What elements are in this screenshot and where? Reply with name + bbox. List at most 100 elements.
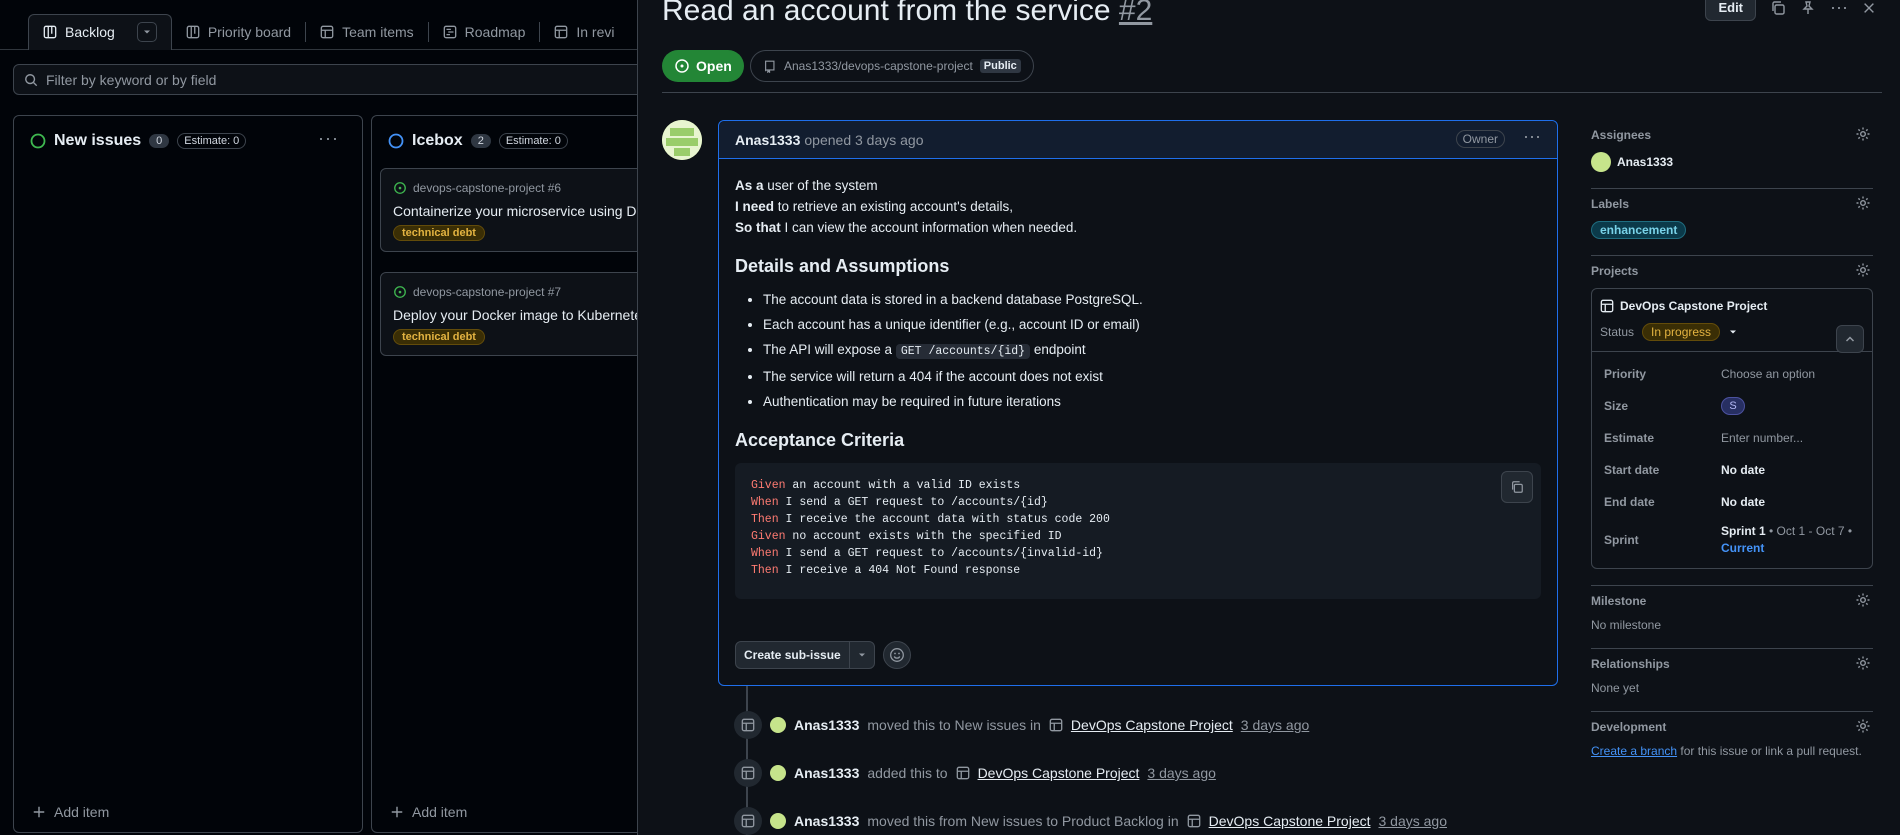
size-badge: S [1721, 397, 1745, 415]
issue-number-link[interactable]: #2 [1119, 0, 1152, 27]
edit-button[interactable]: Edit [1705, 0, 1757, 21]
issue-card[interactable]: devops-capstone-project #6 Containerize … [380, 168, 640, 252]
timeline-event: Anas1333 added this to DevOps Capstone P… [734, 759, 1216, 787]
copy-code-button[interactable] [1501, 471, 1533, 503]
section-heading: Relationships [1591, 657, 1670, 671]
table-icon [1600, 299, 1614, 313]
event-actor[interactable]: Anas1333 [794, 765, 859, 781]
development-text: for this issue or link a pull request. [1677, 744, 1862, 758]
event-time[interactable]: 3 days ago [1379, 813, 1448, 829]
visibility-badge: Public [979, 59, 1021, 73]
issue-opened-icon [394, 286, 406, 298]
status-select[interactable]: In progress [1642, 323, 1721, 341]
avatar[interactable] [770, 717, 786, 733]
view-options-button[interactable] [136, 22, 157, 42]
create-sub-issue-button[interactable]: Create sub-issue [735, 641, 875, 669]
column-icebox: Icebox 2 Estimate: 0 devops-capstone-pro… [371, 115, 640, 833]
project-link[interactable]: DevOps Capstone Project [978, 765, 1140, 781]
issue-sidebar: Assignees Anas1333 Labels enhancement Pr… [1591, 120, 1873, 774]
project-link[interactable]: DevOps Capstone Project [1209, 813, 1371, 829]
copy-icon[interactable] [1770, 0, 1786, 16]
tab-label: Backlog [65, 24, 115, 40]
gear-icon[interactable] [1855, 592, 1871, 608]
more-options-icon[interactable]: ··· [1830, 0, 1848, 18]
project-link[interactable]: DevOps Capstone Project [1071, 717, 1233, 733]
filter-input[interactable]: Filter by keyword or by field [13, 64, 640, 95]
column-title: New issues [54, 132, 142, 149]
view-tabs: Backlog Priority board Team items Roadma… [0, 13, 640, 50]
field-size[interactable]: Size S [1604, 390, 1860, 422]
smiley-icon [889, 648, 904, 662]
card-title[interactable]: Containerize your microservice using Do [393, 203, 640, 219]
label-enhancement[interactable]: enhancement [1591, 221, 1687, 239]
gear-icon[interactable] [1855, 655, 1871, 671]
event-time[interactable]: 3 days ago [1147, 765, 1216, 781]
pin-icon[interactable] [1800, 0, 1816, 16]
event-time[interactable]: 3 days ago [1241, 717, 1310, 733]
details-list: The account data is stored in a backend … [735, 289, 1541, 412]
section-heading: Projects [1591, 264, 1639, 278]
event-actor[interactable]: Anas1333 [794, 717, 859, 733]
status-label: Status [1600, 325, 1635, 339]
code-block: Given an account with a valid ID exists … [735, 463, 1541, 599]
table-icon [734, 759, 762, 787]
create-branch-link[interactable]: Create a branch [1591, 744, 1677, 758]
gear-icon[interactable] [1855, 195, 1871, 211]
issue-card[interactable]: devops-capstone-project #7 Deploy your D… [380, 272, 640, 356]
plus-icon [33, 806, 45, 818]
status-circle-icon [30, 133, 46, 149]
comment-author[interactable]: Anas1333 [735, 132, 800, 148]
table-icon [734, 807, 762, 835]
tab-priority-board[interactable]: Priority board [172, 14, 305, 50]
comment-menu-icon[interactable]: ··· [1523, 126, 1541, 147]
add-item-button[interactable]: Add item [32, 804, 109, 820]
gear-icon[interactable] [1855, 718, 1871, 734]
tab-backlog[interactable]: Backlog [28, 13, 172, 50]
tab-team-items[interactable]: Team items [306, 14, 428, 50]
timeline-event: Anas1333 moved this from New issues to P… [734, 807, 1447, 835]
item-count: 0 [149, 134, 170, 148]
chevron-down-icon[interactable] [1728, 327, 1738, 337]
panel-actions: Edit ··· [1705, 0, 1900, 21]
tab-in-review[interactable]: In revi [540, 14, 628, 50]
repo-link[interactable]: Anas1333/devops-capstone-project Public [750, 50, 1034, 82]
card-meta: devops-capstone-project #7 [393, 285, 640, 299]
tab-label: Roadmap [464, 23, 526, 40]
field-end-date[interactable]: End date No date [1604, 486, 1860, 518]
avatar[interactable] [770, 765, 786, 781]
code-line: Given an account with a valid ID exists [751, 479, 1021, 492]
avatar[interactable] [662, 120, 702, 160]
comment-timestamp[interactable]: opened 3 days ago [804, 132, 923, 148]
close-icon[interactable] [1862, 1, 1876, 15]
gear-icon[interactable] [1855, 262, 1871, 278]
create-sub-issue-label[interactable]: Create sub-issue [736, 642, 850, 668]
tab-roadmap[interactable]: Roadmap [429, 14, 540, 50]
event-text: added this to [867, 765, 948, 781]
field-estimate[interactable]: Estimate Enter number... [1604, 422, 1860, 454]
field-sprint[interactable]: Sprint Sprint 1 • Oct 1 - Oct 7 • Current [1604, 518, 1860, 562]
avatar[interactable] [770, 813, 786, 829]
collapse-button[interactable] [1836, 325, 1864, 353]
story-line: I need to retrieve an existing account's… [735, 199, 1013, 214]
field-start-date[interactable]: Start date No date [1604, 454, 1860, 486]
table-icon [1187, 814, 1200, 828]
column-menu-icon[interactable]: ··· [318, 128, 339, 149]
issue-opened-icon [675, 59, 689, 73]
event-actor[interactable]: Anas1333 [794, 813, 859, 829]
comment-body: As a user of the system I need to retrie… [719, 159, 1557, 599]
gear-icon[interactable] [1855, 126, 1871, 142]
card-title[interactable]: Deploy your Docker image to Kubernetes [393, 307, 640, 323]
add-item-label: Add item [412, 804, 468, 820]
section-heading: Milestone [1591, 594, 1647, 608]
project-name[interactable]: DevOps Capstone Project [1600, 299, 1864, 313]
assignee[interactable]: Anas1333 [1591, 152, 1873, 172]
add-reaction-button[interactable] [882, 641, 911, 669]
add-item-button[interactable]: Add item [390, 804, 467, 820]
estimate-badge: Estimate: 0 [177, 133, 247, 149]
sub-issue-dropdown[interactable] [850, 642, 874, 668]
section-heading: Development [1591, 720, 1667, 734]
project-card: DevOps Capstone Project Status In progre… [1591, 288, 1873, 569]
list-item: The account data is stored in a backend … [763, 289, 1541, 310]
section-heading: Labels [1591, 197, 1630, 211]
field-priority[interactable]: Priority Choose an option [1604, 358, 1860, 390]
